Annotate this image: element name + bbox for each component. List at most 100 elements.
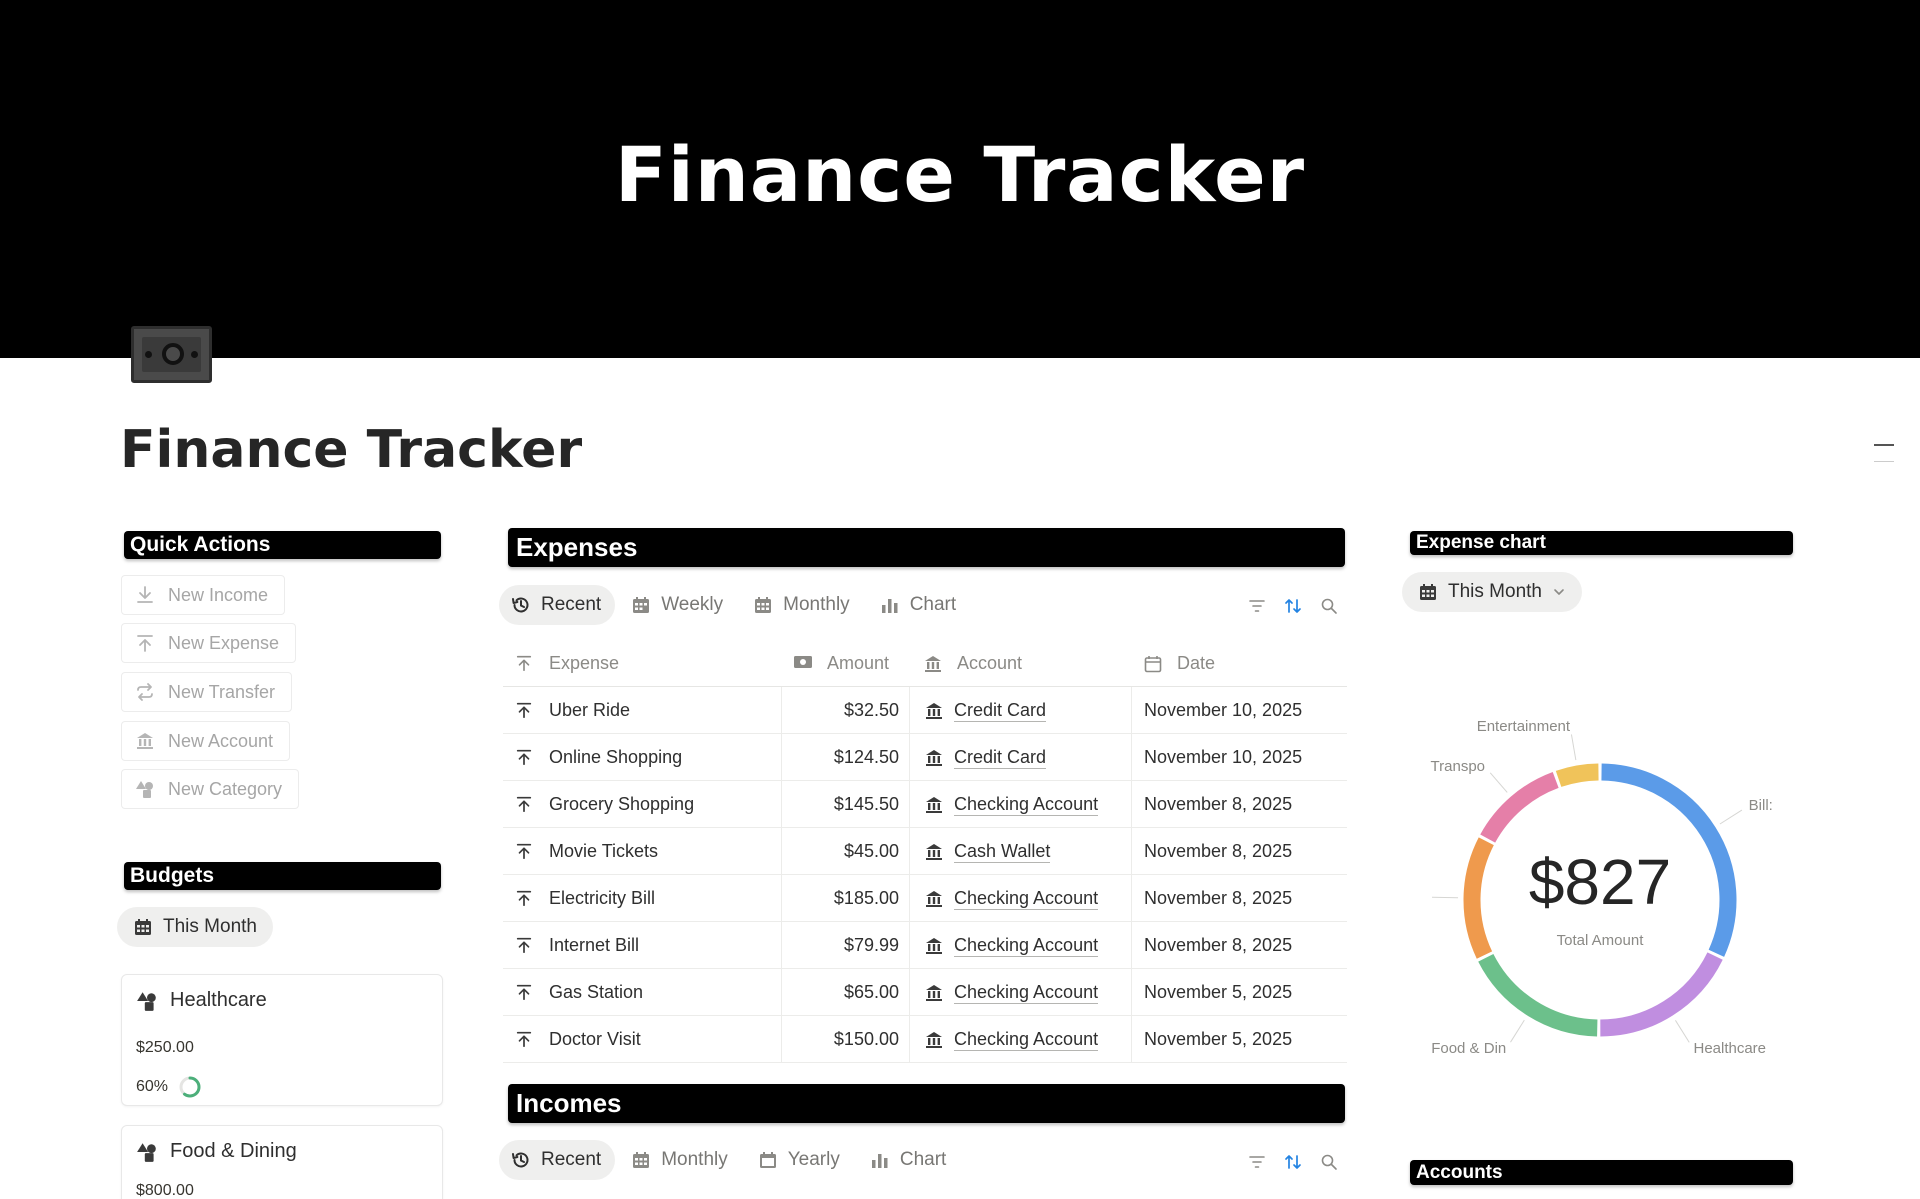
new-account-label: New Account — [168, 730, 274, 751]
column-header-expense[interactable]: Expense — [549, 653, 619, 674]
tab-monthly[interactable]: Monthly — [619, 1140, 742, 1180]
shapes-icon — [136, 990, 160, 1012]
incomes-title: Incomes — [516, 1088, 622, 1118]
tab-yearly[interactable]: Yearly — [746, 1140, 854, 1180]
expenses-toolbar — [1232, 595, 1340, 617]
new-expense-button[interactable]: New Expense — [121, 623, 297, 663]
table-row[interactable]: Gas Station $65.00 Checking Account Novembe… — [503, 969, 1347, 1016]
calendar-icon — [1143, 654, 1163, 674]
tab-recent[interactable]: Recent — [499, 1140, 616, 1180]
budgets-header: Budgets — [124, 862, 441, 890]
table-row[interactable]: Uber Ride $32.50 Credit Card November 10, 2… — [503, 687, 1347, 734]
calendar-icon — [758, 1150, 778, 1170]
expense-name[interactable]: Uber Ride — [549, 700, 630, 721]
tab-label: Recent — [541, 594, 602, 615]
search-icon[interactable] — [1318, 595, 1340, 617]
expense-amount: $45.00 — [843, 841, 899, 861]
column-header-amount[interactable]: Amount — [827, 653, 889, 674]
expense-amount: $79.99 — [843, 935, 899, 955]
expense-account-link[interactable]: Checking Account — [954, 888, 1099, 910]
chart-total: $827 — [1528, 846, 1672, 918]
chart-total-label: Total Amount — [1556, 932, 1644, 949]
expense-amount: $185.00 — [833, 888, 899, 908]
table-row[interactable]: Online Shopping $124.50 Credit Card Novembe… — [503, 734, 1347, 781]
filter-icon[interactable] — [1246, 1151, 1268, 1173]
banknote-icon[interactable] — [131, 326, 212, 383]
expense-account-link[interactable]: Checking Account — [954, 1029, 1099, 1051]
expenses-title: Expenses — [516, 532, 638, 562]
expense-name[interactable]: Gas Station — [549, 982, 643, 1003]
expense-name[interactable]: Doctor Visit — [549, 1029, 641, 1050]
donut-leader-line — [1510, 1019, 1525, 1043]
donut-segment-food-dining[interactable] — [1478, 953, 1598, 1037]
chart-filter-this-month[interactable]: This Month — [1402, 572, 1582, 612]
new-transfer-button[interactable]: New Transfer — [121, 672, 293, 712]
new-income-button[interactable]: New Income — [121, 575, 286, 615]
donut-label: Healthcare — [1693, 1040, 1767, 1058]
budget-card-healthcare[interactable]: Healthcare $250.00 60% — [121, 974, 443, 1106]
tab-monthly[interactable]: Monthly — [741, 585, 864, 625]
table-row[interactable]: Electricity Bill $185.00 Checking Account N… — [503, 875, 1347, 922]
tab-chart[interactable]: Chart — [858, 1140, 960, 1180]
bank-icon — [924, 701, 944, 721]
bank-icon — [924, 983, 944, 1003]
arrow-up-to-line-icon — [515, 842, 535, 862]
arrow-up-to-line-icon — [134, 632, 156, 654]
expense-amount: $150.00 — [833, 1029, 899, 1049]
expense-name[interactable]: Grocery Shopping — [549, 794, 694, 815]
incomes-header: Incomes — [508, 1084, 1345, 1123]
filter-icon[interactable] — [1246, 595, 1268, 617]
expense-name[interactable]: Online Shopping — [549, 747, 682, 768]
table-of-contents-icon[interactable] — [1874, 444, 1894, 462]
expense-account-link[interactable]: Checking Account — [954, 794, 1099, 816]
bank-icon — [924, 936, 944, 956]
calendar-icon — [631, 1150, 651, 1170]
search-icon[interactable] — [1318, 1151, 1340, 1173]
tab-label: Chart — [899, 1149, 947, 1170]
donut-segment-transportation[interactable] — [1480, 771, 1559, 843]
expense-date: November 10, 2025 — [1144, 747, 1303, 767]
column-header-date[interactable]: Date — [1177, 653, 1215, 674]
table-row[interactable]: Grocery Shopping $145.50 Checking Account N… — [503, 781, 1347, 828]
budgets-filter-this-month[interactable]: This Month — [117, 907, 273, 947]
expense-account-link[interactable]: Credit Card — [954, 700, 1047, 722]
table-row[interactable]: Doctor Visit $150.00 Checking Account Novem… — [503, 1016, 1347, 1063]
new-income-label: New Income — [168, 584, 269, 605]
sort-icon[interactable] — [1282, 595, 1304, 617]
budget-card-food-dining[interactable]: Food & Dining $800.00 — [121, 1125, 443, 1199]
new-category-button[interactable]: New Category — [121, 769, 300, 809]
arrow-up-to-line-icon — [515, 654, 535, 674]
expense-chart-header: Expense chart — [1410, 531, 1793, 555]
calendar-icon — [631, 595, 651, 615]
table-row[interactable]: Internet Bill $79.99 Checking Account Novem… — [503, 922, 1347, 969]
expenses-view-tabs: Recent Weekly Monthly Chart — [499, 585, 974, 625]
expense-donut-chart: Bill: Healthcare Food & Din Transpo Entertai… — [1400, 700, 1800, 1100]
donut-segment-healthcare[interactable] — [1600, 952, 1723, 1037]
tab-chart[interactable]: Chart — [868, 585, 970, 625]
column-header-account[interactable]: Account — [957, 653, 1022, 674]
tab-label: Recent — [541, 1149, 602, 1170]
expense-name[interactable]: Movie Tickets — [549, 841, 658, 862]
tab-label: Monthly — [661, 1149, 728, 1170]
expense-account-link[interactable]: Cash Wallet — [954, 841, 1051, 863]
budget-card-name: Food & Dining — [170, 1140, 297, 1162]
tab-weekly[interactable]: Weekly — [619, 585, 737, 625]
expense-account-link[interactable]: Credit Card — [954, 747, 1047, 769]
donut-segment-entertainment[interactable] — [1555, 763, 1599, 788]
bar-chart-icon — [880, 595, 900, 615]
arrow-up-to-line-icon — [515, 983, 535, 1003]
tab-label: Yearly — [787, 1149, 840, 1170]
arrow-up-to-line-icon — [515, 889, 535, 909]
expense-account-link[interactable]: Checking Account — [954, 982, 1099, 1004]
expense-name[interactable]: Electricity Bill — [549, 888, 655, 909]
expense-account-link[interactable]: Checking Account — [954, 935, 1099, 957]
cover-banner: Finance Tracker — [0, 0, 1920, 358]
arrow-up-to-line-icon — [515, 936, 535, 956]
bank-icon — [924, 795, 944, 815]
tab-recent[interactable]: Recent — [499, 585, 616, 625]
sort-icon[interactable] — [1282, 1151, 1304, 1173]
transfer-icon — [134, 681, 156, 703]
expense-name[interactable]: Internet Bill — [549, 935, 639, 956]
table-row[interactable]: Movie Tickets $45.00 Cash Wallet November 8… — [503, 828, 1347, 875]
new-account-button[interactable]: New Account — [121, 721, 291, 761]
